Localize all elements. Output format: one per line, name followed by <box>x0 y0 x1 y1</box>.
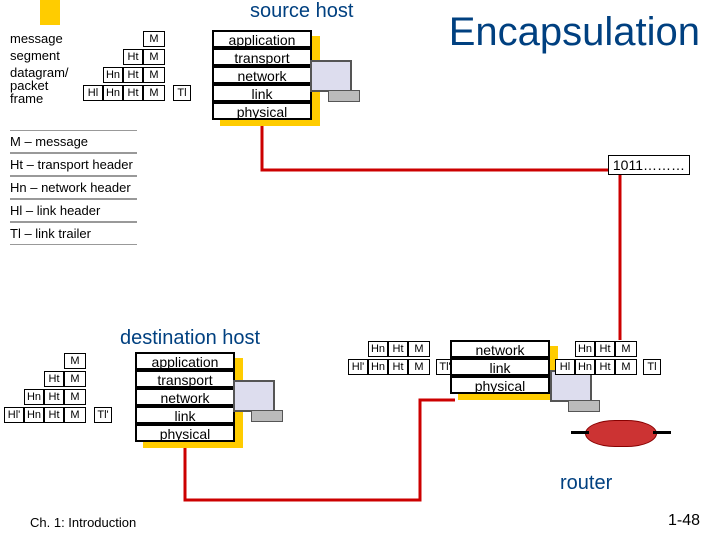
cell-Ht: Ht <box>44 389 64 405</box>
layer-application: application <box>212 30 312 48</box>
cell-Ht: Ht <box>123 49 143 65</box>
computer-icon <box>233 380 283 425</box>
cell-Ht: Ht <box>388 359 408 375</box>
cell-Ht: Ht <box>123 85 143 101</box>
cell-Hn: Hn <box>24 407 44 423</box>
cell-Hl2: Hl' <box>4 407 24 423</box>
destination-host-title: destination host <box>120 327 260 350</box>
layer-link: link <box>212 84 312 102</box>
cell-Ht: Ht <box>44 371 64 387</box>
router-title: router <box>560 472 612 495</box>
cell-Hn: Hn <box>24 389 44 405</box>
layer-physical: physical <box>135 424 235 442</box>
encapsulation-table-source: M Ht M Hn Ht M Hl Hn Ht M Tl <box>83 30 191 102</box>
layer-network: network <box>450 340 550 358</box>
cell-Tl2: Tl' <box>94 407 112 423</box>
layer-network: network <box>135 388 235 406</box>
cell-M: M <box>143 49 165 65</box>
layer-stack-destination: application transport network link physi… <box>135 352 235 442</box>
cell-M: M <box>64 353 86 369</box>
legend-M: M – message <box>10 130 137 153</box>
layer-link: link <box>450 358 550 376</box>
layer-physical: physical <box>212 102 312 120</box>
cell-Ht: Ht <box>44 407 64 423</box>
cell-Ht: Ht <box>123 67 143 83</box>
layer-stack-source: application transport network link physi… <box>212 30 312 120</box>
layer-link: link <box>135 406 235 424</box>
cell-M: M <box>408 341 430 357</box>
layer-transport: transport <box>212 48 312 66</box>
layer-transport: transport <box>135 370 235 388</box>
cell-Hl: Hl <box>555 359 575 375</box>
label-frame: frame <box>10 90 69 107</box>
bits-label: 1011……… <box>608 155 690 175</box>
cell-M: M <box>615 341 637 357</box>
cell-M: M <box>64 371 86 387</box>
router-icon <box>585 420 657 447</box>
cell-Hn: Hn <box>368 341 388 357</box>
label-segment: segment <box>10 47 69 64</box>
page-title: Encapsulation <box>449 10 700 55</box>
cell-Ht: Ht <box>388 341 408 357</box>
page-accent-mark <box>40 0 60 25</box>
cell-Tl: Tl <box>643 359 661 375</box>
cell-Hn: Hn <box>103 67 123 83</box>
footer-chapter: Ch. 1: Introduction <box>30 515 136 530</box>
cell-Hl2: Hl' <box>348 359 368 375</box>
legend-Tl: Tl – link trailer <box>10 222 137 245</box>
cell-Hn: Hn <box>103 85 123 101</box>
legend-Ht: Ht – transport header <box>10 153 137 176</box>
cell-M: M <box>143 85 165 101</box>
cell-Ht: Ht <box>595 341 615 357</box>
layer-physical: physical <box>450 376 550 394</box>
layer-network: network <box>212 66 312 84</box>
cell-Hn: Hn <box>575 341 595 357</box>
pdu-labels-source: message segment datagram/ packet frame <box>10 30 69 107</box>
cell-M: M <box>143 31 165 47</box>
cell-M: M <box>64 389 86 405</box>
cell-Hl: Hl <box>83 85 103 101</box>
legend-Hl: Hl – link header <box>10 199 137 222</box>
layer-stack-router: network link physical <box>450 340 550 394</box>
cell-M: M <box>615 359 637 375</box>
cell-M: M <box>143 67 165 83</box>
encapsulation-table-router-out: Hn Ht M Hl Hn Ht M Tl <box>555 340 661 376</box>
cell-M: M <box>64 407 86 423</box>
source-host-title: source host <box>250 0 353 23</box>
footer-slide-number: 1-48 <box>668 512 700 530</box>
computer-icon <box>550 370 600 415</box>
layer-application: application <box>135 352 235 370</box>
cell-Ht: Ht <box>595 359 615 375</box>
cell-M: M <box>408 359 430 375</box>
cell-Tl: Tl <box>173 85 191 101</box>
cell-Hn: Hn <box>575 359 595 375</box>
legend-Hn: Hn – network header <box>10 176 137 199</box>
encapsulation-table-router-in: Hn Ht M Hl' Hn Ht M Tl' <box>348 340 454 376</box>
cell-Hn: Hn <box>368 359 388 375</box>
legend: M – message Ht – transport header Hn – n… <box>10 130 137 245</box>
computer-icon <box>310 60 360 105</box>
encapsulation-table-destination: M Ht M Hn Ht M Hl' Hn Ht M Tl' <box>4 352 112 424</box>
label-message: message <box>10 30 69 47</box>
